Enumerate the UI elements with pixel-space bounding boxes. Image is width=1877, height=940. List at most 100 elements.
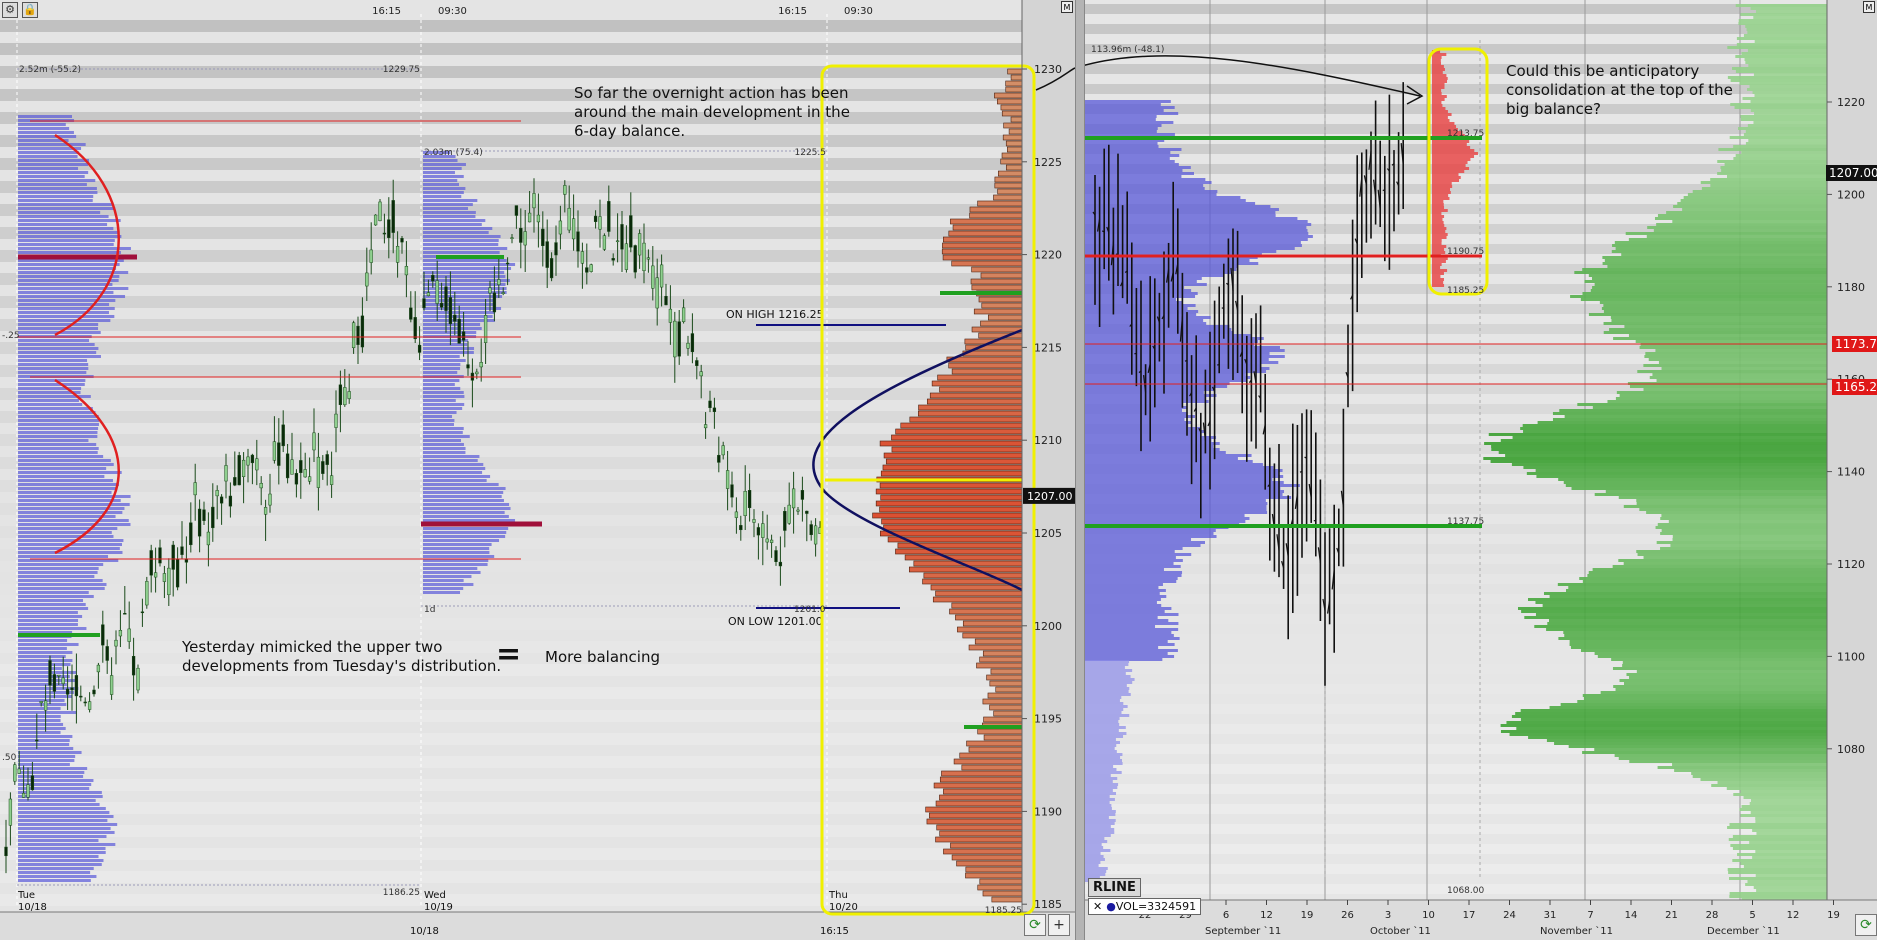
edge-tag-a: -.25 [2, 331, 20, 341]
profile-bar [18, 623, 78, 626]
profile-bar [1535, 469, 1827, 472]
profile-bar [423, 187, 466, 190]
profile-bar [18, 719, 61, 722]
profile-bar [423, 547, 490, 550]
profile-bar [1085, 681, 1133, 684]
profile-bar [1085, 103, 1161, 106]
candle-body [708, 400, 712, 408]
profile-bar [423, 179, 458, 182]
profile-bar [18, 403, 83, 406]
settings-icon[interactable]: ⚙ [2, 2, 18, 18]
profile-bar [423, 447, 466, 450]
profile-bar [918, 404, 1023, 411]
profile-bar [1568, 586, 1827, 589]
intraday-chart-panel[interactable]: ON HIGH 1216.25 ON LOW 1201.00 2.52m (-55.… [0, 0, 1075, 940]
add-button[interactable]: + [1048, 914, 1070, 936]
profile-bar [1645, 352, 1827, 355]
candle-body [131, 656, 136, 676]
profile-bar [1085, 870, 1107, 873]
intraday-chart[interactable]: ON HIGH 1216.25 ON LOW 1201.00 2.52m (-55.… [0, 0, 1075, 940]
panel-divider[interactable] [1075, 0, 1085, 940]
profile-bar [1734, 106, 1827, 109]
profile-bar [1549, 595, 1827, 598]
profile-bar [18, 471, 122, 474]
profile-bar [1720, 166, 1827, 169]
profile-bar [1432, 86, 1445, 89]
profile-bar [423, 511, 505, 514]
profile-bar [1085, 115, 1157, 118]
profile-bar [1085, 169, 1183, 172]
profile-bar [1085, 268, 1237, 271]
profile-bar [1652, 373, 1827, 376]
daily-chart[interactable]: 113.96m (-48.1) 1213.75 1190.75 1185.25 1137… [1085, 0, 1877, 940]
rline-label[interactable]: RLINE [1088, 878, 1141, 897]
profile-bar [1085, 559, 1183, 562]
date-tick-label: 21 [1665, 910, 1678, 921]
date-tick-label: 6 [1223, 910, 1229, 921]
profile-bar [965, 866, 1023, 873]
profile-bar [1612, 565, 1827, 568]
profile-bar [1005, 164, 1023, 171]
profile-bar [1668, 520, 1827, 523]
candle-body [545, 241, 549, 268]
profile-bar [1432, 185, 1453, 188]
volume-dot-icon: ● [1106, 900, 1116, 913]
profile-bar [18, 435, 98, 438]
profile-bar [977, 728, 1023, 735]
profile-bar [1085, 499, 1266, 502]
profile-bar [1432, 281, 1444, 284]
daily-chart-panel[interactable]: 113.96m (-48.1) 1213.75 1190.75 1185.25 1137… [1085, 0, 1877, 940]
candle-body [426, 292, 431, 297]
profile-bar [1733, 793, 1827, 796]
profile-bar [1730, 103, 1827, 106]
profile-bar [1636, 499, 1827, 502]
profile-bar [980, 272, 1023, 279]
maximize-button-right[interactable]: M [1863, 1, 1875, 13]
candle-body [272, 441, 277, 461]
profile-bar [1432, 230, 1446, 233]
profile-bar [1512, 436, 1827, 439]
price-band [0, 825, 1022, 837]
profile-bar [423, 515, 509, 518]
profile-bar [1628, 238, 1827, 241]
profile-bar [1085, 187, 1205, 190]
profile-bar [18, 343, 95, 346]
profile-bar [18, 127, 70, 130]
price-tick-label: 1195 [1034, 713, 1062, 726]
profile-bar [18, 411, 96, 414]
profile-bar [971, 326, 1023, 333]
profile-bar [18, 735, 73, 738]
profile-bar [1085, 133, 1175, 136]
profile-bar [18, 455, 104, 458]
candle-body [668, 308, 673, 323]
close-icon[interactable]: ✕ [1093, 900, 1102, 913]
profile-bar [1432, 242, 1442, 245]
profile-bar [18, 247, 131, 250]
profile-bar [1085, 445, 1214, 448]
profile-bar [926, 818, 1023, 825]
candle-body [642, 242, 646, 272]
candle-body [422, 298, 426, 309]
profile-bar [1594, 748, 1827, 751]
profile-bar [18, 227, 114, 230]
refresh-icon-right[interactable]: ⟳ [1855, 914, 1877, 936]
profile-bar [1085, 586, 1159, 589]
candle-body [48, 660, 52, 686]
profile-bar [423, 275, 506, 278]
lock-icon[interactable]: 🔒 [22, 2, 38, 18]
profile-bar [1085, 873, 1106, 876]
profile-bar [18, 187, 97, 190]
profile-bar [1506, 721, 1827, 724]
candle-body [580, 251, 585, 264]
refresh-icon[interactable]: ⟳ [1024, 914, 1046, 936]
maximize-button[interactable]: M [1061, 1, 1073, 13]
candle-body [809, 524, 813, 536]
profile-bar [1727, 868, 1827, 871]
candle-body [739, 525, 743, 531]
candle-body [549, 258, 554, 279]
profile-bar [1085, 109, 1164, 112]
candle-body [791, 488, 796, 509]
profile-bar [1432, 149, 1475, 152]
profile-bar [1582, 751, 1827, 754]
profile-bar [18, 439, 89, 442]
